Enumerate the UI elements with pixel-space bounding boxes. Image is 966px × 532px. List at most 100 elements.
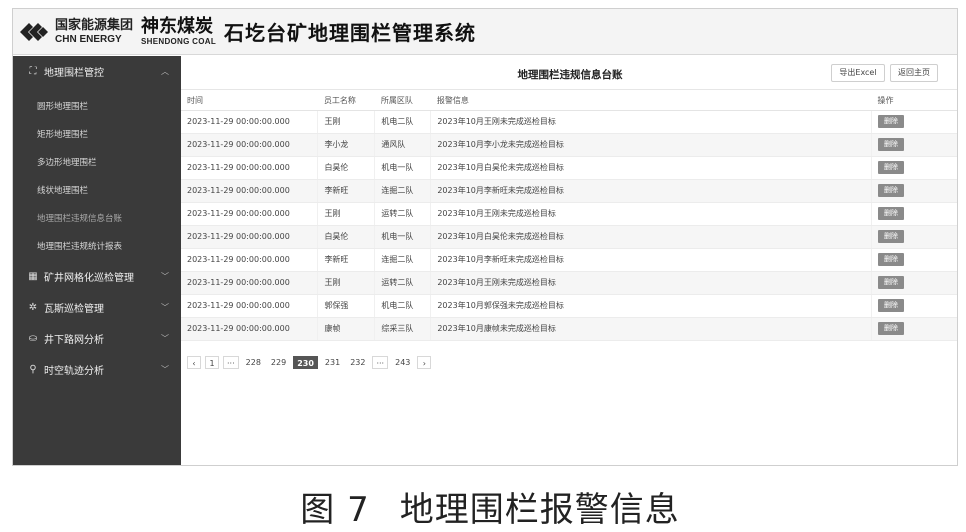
submenu-item-rect-fence[interactable]: 矩形地理围栏 — [13, 121, 181, 149]
cell-team: 连掘二队 — [374, 248, 432, 272]
cell-time: 2023-11-29 00:00:00.000 — [181, 179, 319, 203]
table-row: 2023-11-29 00:00:00.000 王刚 运转二队 2023年10月王刚未… — [181, 202, 957, 226]
page-button[interactable]: 229 — [268, 356, 289, 369]
delete-button[interactable]: 删除 — [878, 115, 904, 128]
violation-table: 时间 员工名称 所属区队 报警信息 操作 2023-11-29 00:00:00… — [181, 92, 957, 341]
cell-alarm: 2023年10月康帧未完成巡检目标 — [430, 317, 872, 341]
submenu-item-circle-fence[interactable]: 圆形地理围栏 — [13, 93, 181, 121]
cell-alarm: 2023年10月王刚未完成巡检目标 — [430, 110, 872, 134]
delete-button[interactable]: 删除 — [878, 161, 904, 174]
app-header: 国家能源集团 CHN ENERGY 神东煤炭 SHENDONG COAL 石圪台… — [13, 9, 957, 55]
brand2-cn-name: 神东煤炭 — [141, 15, 214, 37]
panel-header: 地理围栏违规信息台账 导出Excel 返回主页 — [181, 56, 957, 90]
delete-button[interactable]: 删除 — [878, 276, 904, 289]
prev-page-button[interactable]: ‹ — [187, 356, 201, 369]
cell-time: 2023-11-29 00:00:00.000 — [181, 202, 319, 226]
main-content: 地理围栏违规信息台账 导出Excel 返回主页 时间 员工名称 所属区队 报警信… — [181, 56, 957, 465]
cell-team: 运转二队 — [374, 202, 432, 226]
chn-energy-brand: 国家能源集团 CHN ENERGY — [55, 19, 133, 45]
cell-name: 李新旺 — [317, 179, 376, 203]
cell-time: 2023-11-29 00:00:00.000 — [181, 225, 319, 249]
delete-button[interactable]: 删除 — [878, 299, 904, 312]
cell-team: 机电一队 — [374, 225, 432, 249]
cell-time: 2023-11-29 00:00:00.000 — [181, 317, 319, 341]
cell-alarm: 2023年10月李新旺未完成巡检目标 — [430, 179, 872, 203]
app-window: 国家能源集团 CHN ENERGY 神东煤炭 SHENDONG COAL 石圪台… — [12, 8, 958, 466]
delete-button[interactable]: 删除 — [878, 253, 904, 266]
menu-group-label: 地理围栏管控 — [44, 68, 104, 79]
menu-group-road-network[interactable]: ⛀ 井下路网分析 ﹀ — [13, 323, 181, 354]
brand-logo-group: 国家能源集团 CHN ENERGY 神东煤炭 SHENDONG COAL — [17, 15, 216, 46]
submenu-item-violation-report[interactable]: 地理围栏违规统计报表 — [13, 233, 181, 261]
page-ellipsis-button[interactable]: ··· — [372, 356, 389, 369]
cell-time: 2023-11-29 00:00:00.000 — [181, 156, 319, 180]
table-body: 2023-11-29 00:00:00.000 王刚 机电二队 2023年10月王刚未… — [181, 110, 957, 341]
system-title: 石圪台矿地理围栏管理系统 — [224, 21, 477, 45]
page-button[interactable]: 243 — [392, 356, 413, 369]
menu-group-label: 时空轨迹分析 — [44, 366, 104, 377]
cell-team: 运转二队 — [374, 271, 432, 295]
shendong-brand: 神东煤炭 SHENDONG COAL — [141, 15, 216, 46]
menu-group-gas-inspection[interactable]: ✲ 瓦斯巡检管理 ﹀ — [13, 292, 181, 323]
submenu-item-line-fence[interactable]: 线状地理围栏 — [13, 177, 181, 205]
brand-cn-name: 国家能源集团 — [55, 17, 134, 33]
page-button[interactable]: 228 — [243, 356, 264, 369]
cell-alarm: 2023年10月李新旺未完成巡检目标 — [430, 248, 872, 272]
menu-group-label: 瓦斯巡检管理 — [44, 304, 104, 315]
figure-number: 图 7 — [300, 490, 370, 530]
cell-name: 王刚 — [317, 110, 376, 134]
sidebar-nav: ⛶ 地理围栏管控 ︿ 圆形地理围栏 矩形地理围栏 多边形地理围栏 线状地理围栏 … — [13, 56, 181, 465]
export-excel-button[interactable]: 导出Excel — [831, 64, 885, 82]
chevron-down-icon: ﹀ — [161, 365, 169, 374]
cell-name: 郭保强 — [317, 294, 376, 318]
cell-name: 王刚 — [317, 271, 376, 295]
pagination: ‹ 1 ··· 228 229 230 231 232 ··· 243 › — [187, 356, 432, 369]
page-button[interactable]: 232 — [347, 356, 368, 369]
cell-team: 通风队 — [374, 133, 432, 157]
cell-name: 康帧 — [317, 317, 376, 341]
page-ellipsis-button[interactable]: ··· — [223, 356, 239, 369]
menu-group-geofence-control[interactable]: ⛶ 地理围栏管控 ︿ — [13, 56, 181, 87]
cell-team: 机电二队 — [374, 294, 432, 318]
submenu-item-violation-ledger[interactable]: 地理围栏违规信息台账 — [13, 205, 181, 233]
cell-action: 删除 — [871, 271, 957, 295]
delete-button[interactable]: 删除 — [878, 138, 904, 151]
menu-group-trajectory[interactable]: ⚲ 时空轨迹分析 ﹀ — [13, 354, 181, 385]
page-button[interactable]: 1 — [205, 356, 219, 369]
next-page-button[interactable]: › — [417, 356, 432, 369]
submenu-list: 圆形地理围栏 矩形地理围栏 多边形地理围栏 线状地理围栏 地理围栏违规信息台账 … — [13, 87, 181, 261]
column-header-alarm: 报警信息 — [430, 92, 872, 111]
brand-en-name: CHN ENERGY — [55, 33, 122, 45]
cell-action: 删除 — [871, 202, 957, 226]
cell-action: 删除 — [871, 248, 957, 272]
chevron-down-icon: ﹀ — [161, 334, 169, 343]
delete-button[interactable]: 删除 — [878, 184, 904, 197]
delete-button[interactable]: 删除 — [878, 207, 904, 220]
cell-name: 白昊伦 — [317, 225, 376, 249]
column-header-time: 时间 — [181, 92, 318, 111]
menu-group-grid-inspection[interactable]: ▦ 矿井网格化巡检管理 ﹀ — [13, 261, 181, 292]
cell-action: 删除 — [871, 156, 957, 180]
cell-time: 2023-11-29 00:00:00.000 — [181, 294, 319, 318]
table-row: 2023-11-29 00:00:00.000 白昊伦 机电一队 2023年10月白昊… — [181, 156, 957, 180]
table-row: 2023-11-29 00:00:00.000 王刚 运转二队 2023年10月王刚未… — [181, 271, 957, 295]
chevron-up-icon: ︿ — [161, 67, 169, 76]
table-row: 2023-11-29 00:00:00.000 白昊伦 机电一队 2023年10月白昊… — [181, 225, 957, 249]
return-home-button[interactable]: 返回主页 — [890, 64, 938, 82]
cell-alarm: 2023年10月王刚未完成巡检目标 — [430, 271, 872, 295]
chn-energy-logo-icon — [20, 22, 48, 41]
cell-action: 删除 — [871, 317, 957, 341]
table-row: 2023-11-29 00:00:00.000 李小龙 通风队 2023年10月李小龙… — [181, 133, 957, 157]
submenu-item-polygon-fence[interactable]: 多边形地理围栏 — [13, 149, 181, 177]
cell-action: 删除 — [871, 179, 957, 203]
menu-group-label: 矿井网格化巡检管理 — [44, 273, 134, 284]
column-header-name: 员工名称 — [317, 92, 375, 111]
table-row: 2023-11-29 00:00:00.000 王刚 机电二队 2023年10月王刚未… — [181, 110, 957, 134]
cell-alarm: 2023年10月郭保强未完成巡检目标 — [430, 294, 872, 318]
delete-button[interactable]: 删除 — [878, 230, 904, 243]
page-button[interactable]: 231 — [322, 356, 343, 369]
column-header-action: 操作 — [871, 92, 957, 111]
current-page-button[interactable]: 230 — [293, 356, 318, 369]
cell-alarm: 2023年10月白昊伦未完成巡检目标 — [430, 156, 872, 180]
delete-button[interactable]: 删除 — [878, 322, 904, 335]
